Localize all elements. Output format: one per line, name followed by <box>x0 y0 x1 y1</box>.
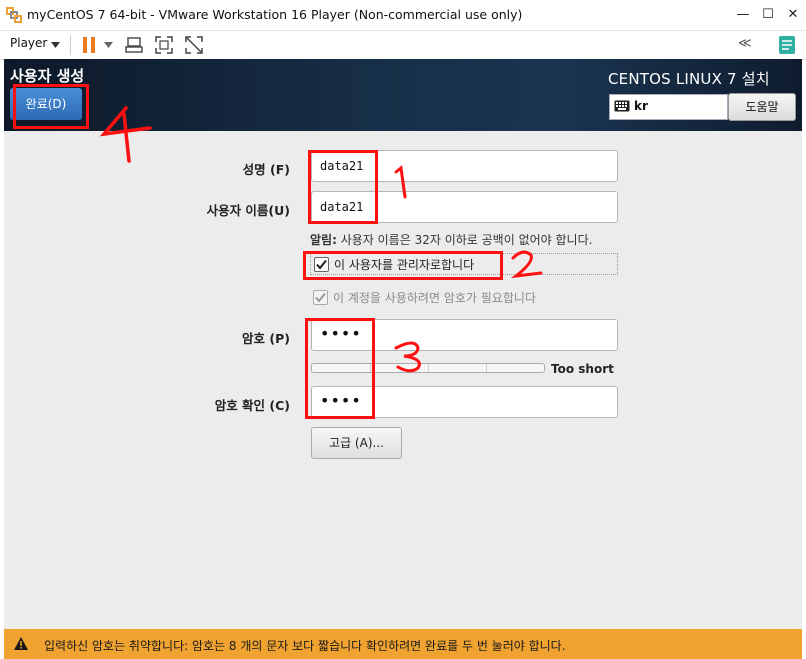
annotation-marks <box>99 106 543 373</box>
marker-4-stroke <box>99 106 152 163</box>
marker-3-stroke <box>394 341 421 373</box>
marker-2-stroke <box>510 250 543 279</box>
marker-1-stroke <box>394 165 407 199</box>
